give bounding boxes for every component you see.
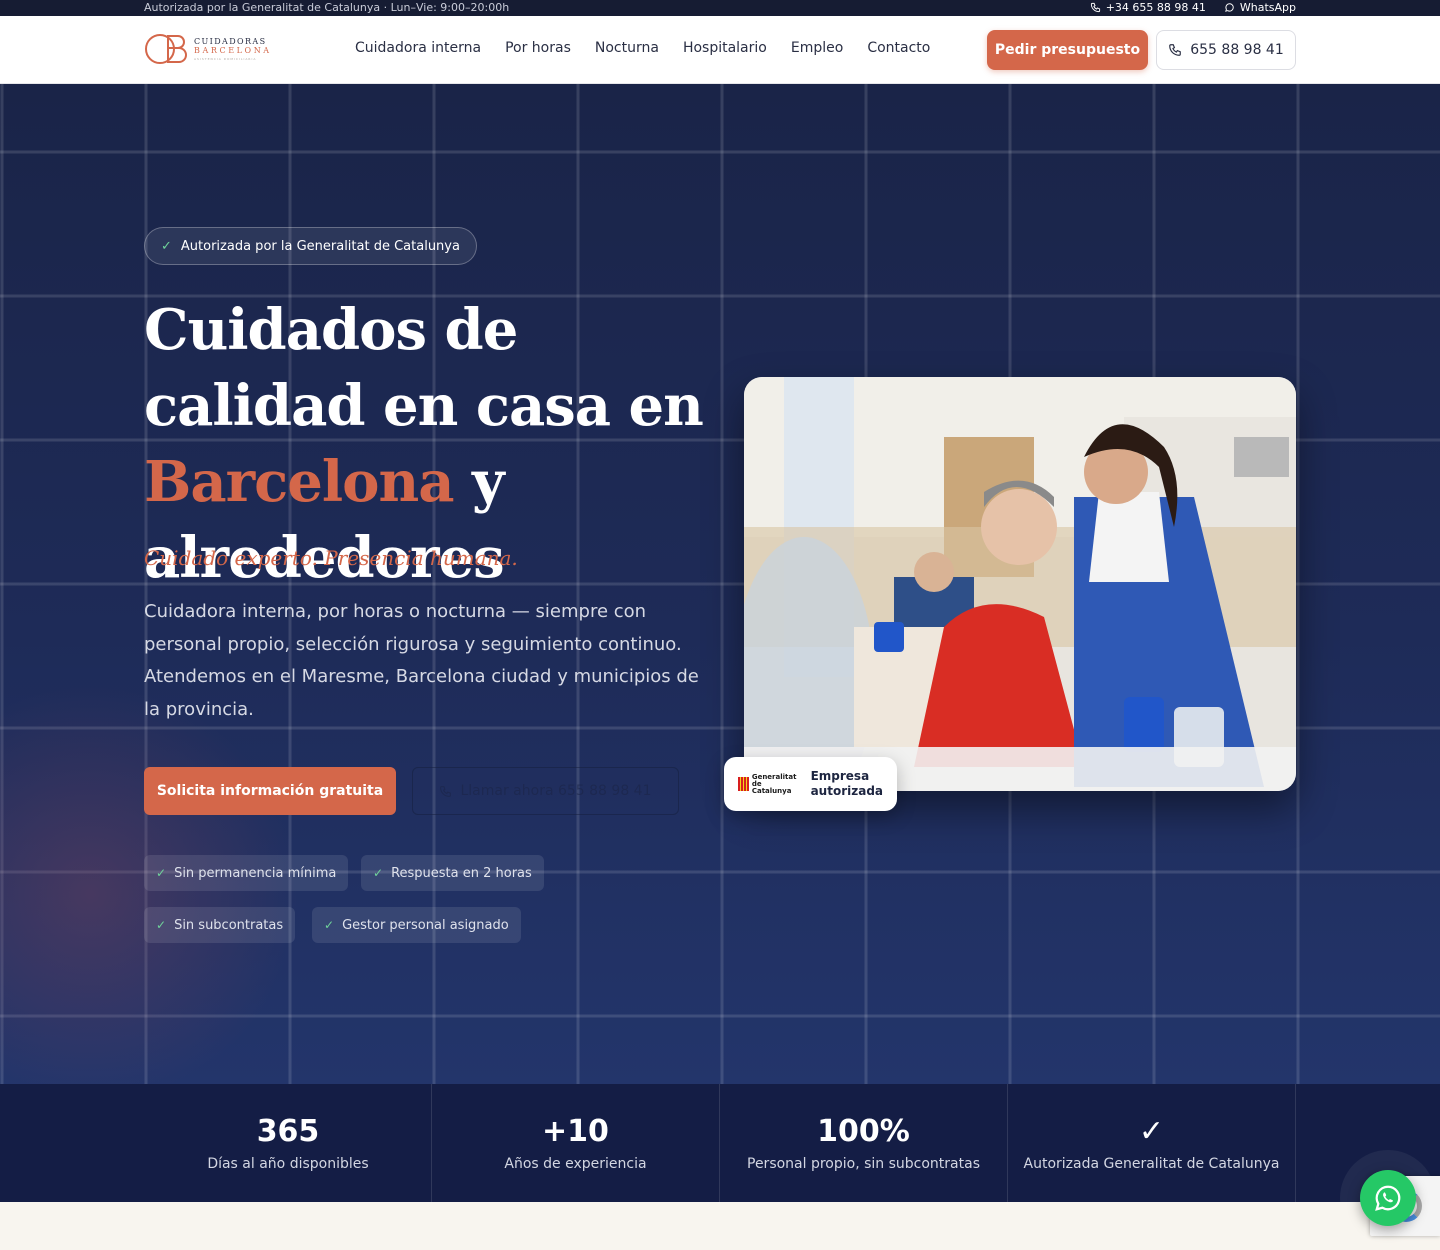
logo-line3: ASISTENCIA DOMICILIARIA [194, 56, 257, 61]
top-bar-phone: +34 655 88 98 41 [1105, 1, 1206, 14]
nav-contacto[interactable]: Contacto [867, 40, 930, 56]
stat-value: 365 [256, 1114, 320, 1149]
generalitat-logo: Generalitat de Catalunya [738, 773, 799, 795]
header-phone-button[interactable]: 655 88 98 41 [1156, 30, 1296, 70]
hero-photo [744, 377, 1296, 791]
nav-cuidadora-interna[interactable]: Cuidadora interna [355, 40, 481, 56]
check-icon: ✓ [156, 918, 167, 932]
feature-pill: ✓ Sin permanencia mínima [144, 855, 349, 891]
generalitat-logo-line2: de Catalunya [751, 779, 792, 795]
hero-lead: Cuidadora interna, por horas o nocturna … [144, 601, 699, 720]
whatsapp-icon [1375, 1185, 1401, 1211]
call-now-button[interactable]: Llamar ahora 655 88 98 41 [412, 767, 679, 815]
stat-label: Autorizada Generalitat de Catalunya [1023, 1156, 1280, 1172]
top-bar-phone-link[interactable]: +34 655 88 98 41 [1090, 1, 1206, 14]
hero-title-part1: Cuidados de calidad en casa en [144, 297, 704, 439]
call-now-label: Llamar ahora 655 88 98 41 [460, 783, 652, 799]
stat-label: Años de experiencia [504, 1156, 647, 1172]
stat-value: 100% [817, 1114, 910, 1149]
stat-item: +10 Años de experiencia [431, 1084, 719, 1202]
site-header: CUIDADORAS BARCELONA ASISTENCIA DOMICILI… [0, 16, 1440, 84]
feature-pill-label: Sin subcontratas [174, 917, 284, 933]
stat-label: Personal propio, sin subcontratas [747, 1156, 980, 1172]
authorized-card-line1: Empresa [810, 769, 870, 783]
phone-icon [440, 785, 452, 797]
hero-title-accent: Barcelona [144, 449, 454, 515]
logo-mark-icon [144, 32, 188, 66]
authorized-badge-label: Autorizada por la Generalitat de Catalun… [180, 238, 460, 254]
stat-value: +10 [542, 1114, 609, 1149]
stat-item: ✓ Autorizada Generalitat de Catalunya [1007, 1084, 1295, 1202]
check-icon: ✓ [324, 918, 335, 932]
check-icon: ✓ [161, 238, 172, 254]
authorized-card-line2: autorizada [810, 784, 883, 798]
senyera-icon [738, 777, 749, 791]
stat-item: 100% Personal propio, sin subcontratas [719, 1084, 1007, 1202]
authorized-badge: ✓ Autorizada por la Generalitat de Catal… [144, 227, 477, 265]
feature-pill-label: Gestor personal asignado [342, 917, 509, 933]
hero-tagline: Cuidado experto. Presencia humana. [144, 546, 518, 570]
stat-item: 365 Días al año disponibles [144, 1084, 432, 1202]
hero-section: ✓ Autorizada por la Generalitat de Catal… [0, 84, 1440, 1084]
authorized-company-card: Generalitat de Catalunya Empresa autoriz… [724, 757, 897, 811]
top-bar: Autorizada por la Generalitat de Catalun… [0, 0, 1440, 16]
stats-bar: 365 Días al año disponibles +10 Años de … [0, 1084, 1440, 1202]
logo[interactable]: CUIDADORAS BARCELONA ASISTENCIA DOMICILI… [144, 32, 272, 66]
stat-label: Días al año disponibles [207, 1156, 369, 1172]
phone-icon [1169, 44, 1182, 56]
header-phone-label: 655 88 98 41 [1190, 42, 1284, 58]
nav-hospitalario[interactable]: Hospitalario [683, 40, 767, 56]
phone-icon [1090, 2, 1100, 13]
feature-pill-label: Sin permanencia mínima [174, 865, 337, 881]
whatsapp-float-button[interactable] [1360, 1170, 1416, 1226]
top-bar-whatsapp: WhatsApp [1239, 1, 1296, 14]
nav-empleo[interactable]: Empleo [791, 40, 843, 56]
main-nav: Cuidadora interna Por horas Nocturna Hos… [355, 40, 930, 56]
nav-por-horas[interactable]: Por horas [505, 40, 571, 56]
check-icon: ✓ [156, 866, 167, 880]
quote-button[interactable]: Pedir presupuesto [987, 30, 1148, 70]
check-icon: ✓ [373, 866, 384, 880]
top-bar-whatsapp-link[interactable]: WhatsApp [1224, 1, 1296, 14]
feature-pill: ✓ Sin subcontratas [144, 907, 296, 943]
nav-nocturna[interactable]: Nocturna [595, 40, 659, 56]
feature-pill: ✓ Respuesta en 2 horas [361, 855, 544, 891]
logo-line1: CUIDADORAS [194, 36, 267, 46]
stat-value: ✓ [1138, 1114, 1165, 1149]
feature-pill-label: Respuesta en 2 horas [391, 865, 532, 881]
whatsapp-icon [1224, 3, 1234, 12]
feature-pill: ✓ Gestor personal asignado [312, 907, 521, 943]
logo-line2: BARCELONA [194, 45, 272, 55]
request-info-button[interactable]: Solicita información gratuita [144, 767, 396, 815]
top-bar-info: Autorizada por la Generalitat de Catalun… [144, 1, 510, 14]
